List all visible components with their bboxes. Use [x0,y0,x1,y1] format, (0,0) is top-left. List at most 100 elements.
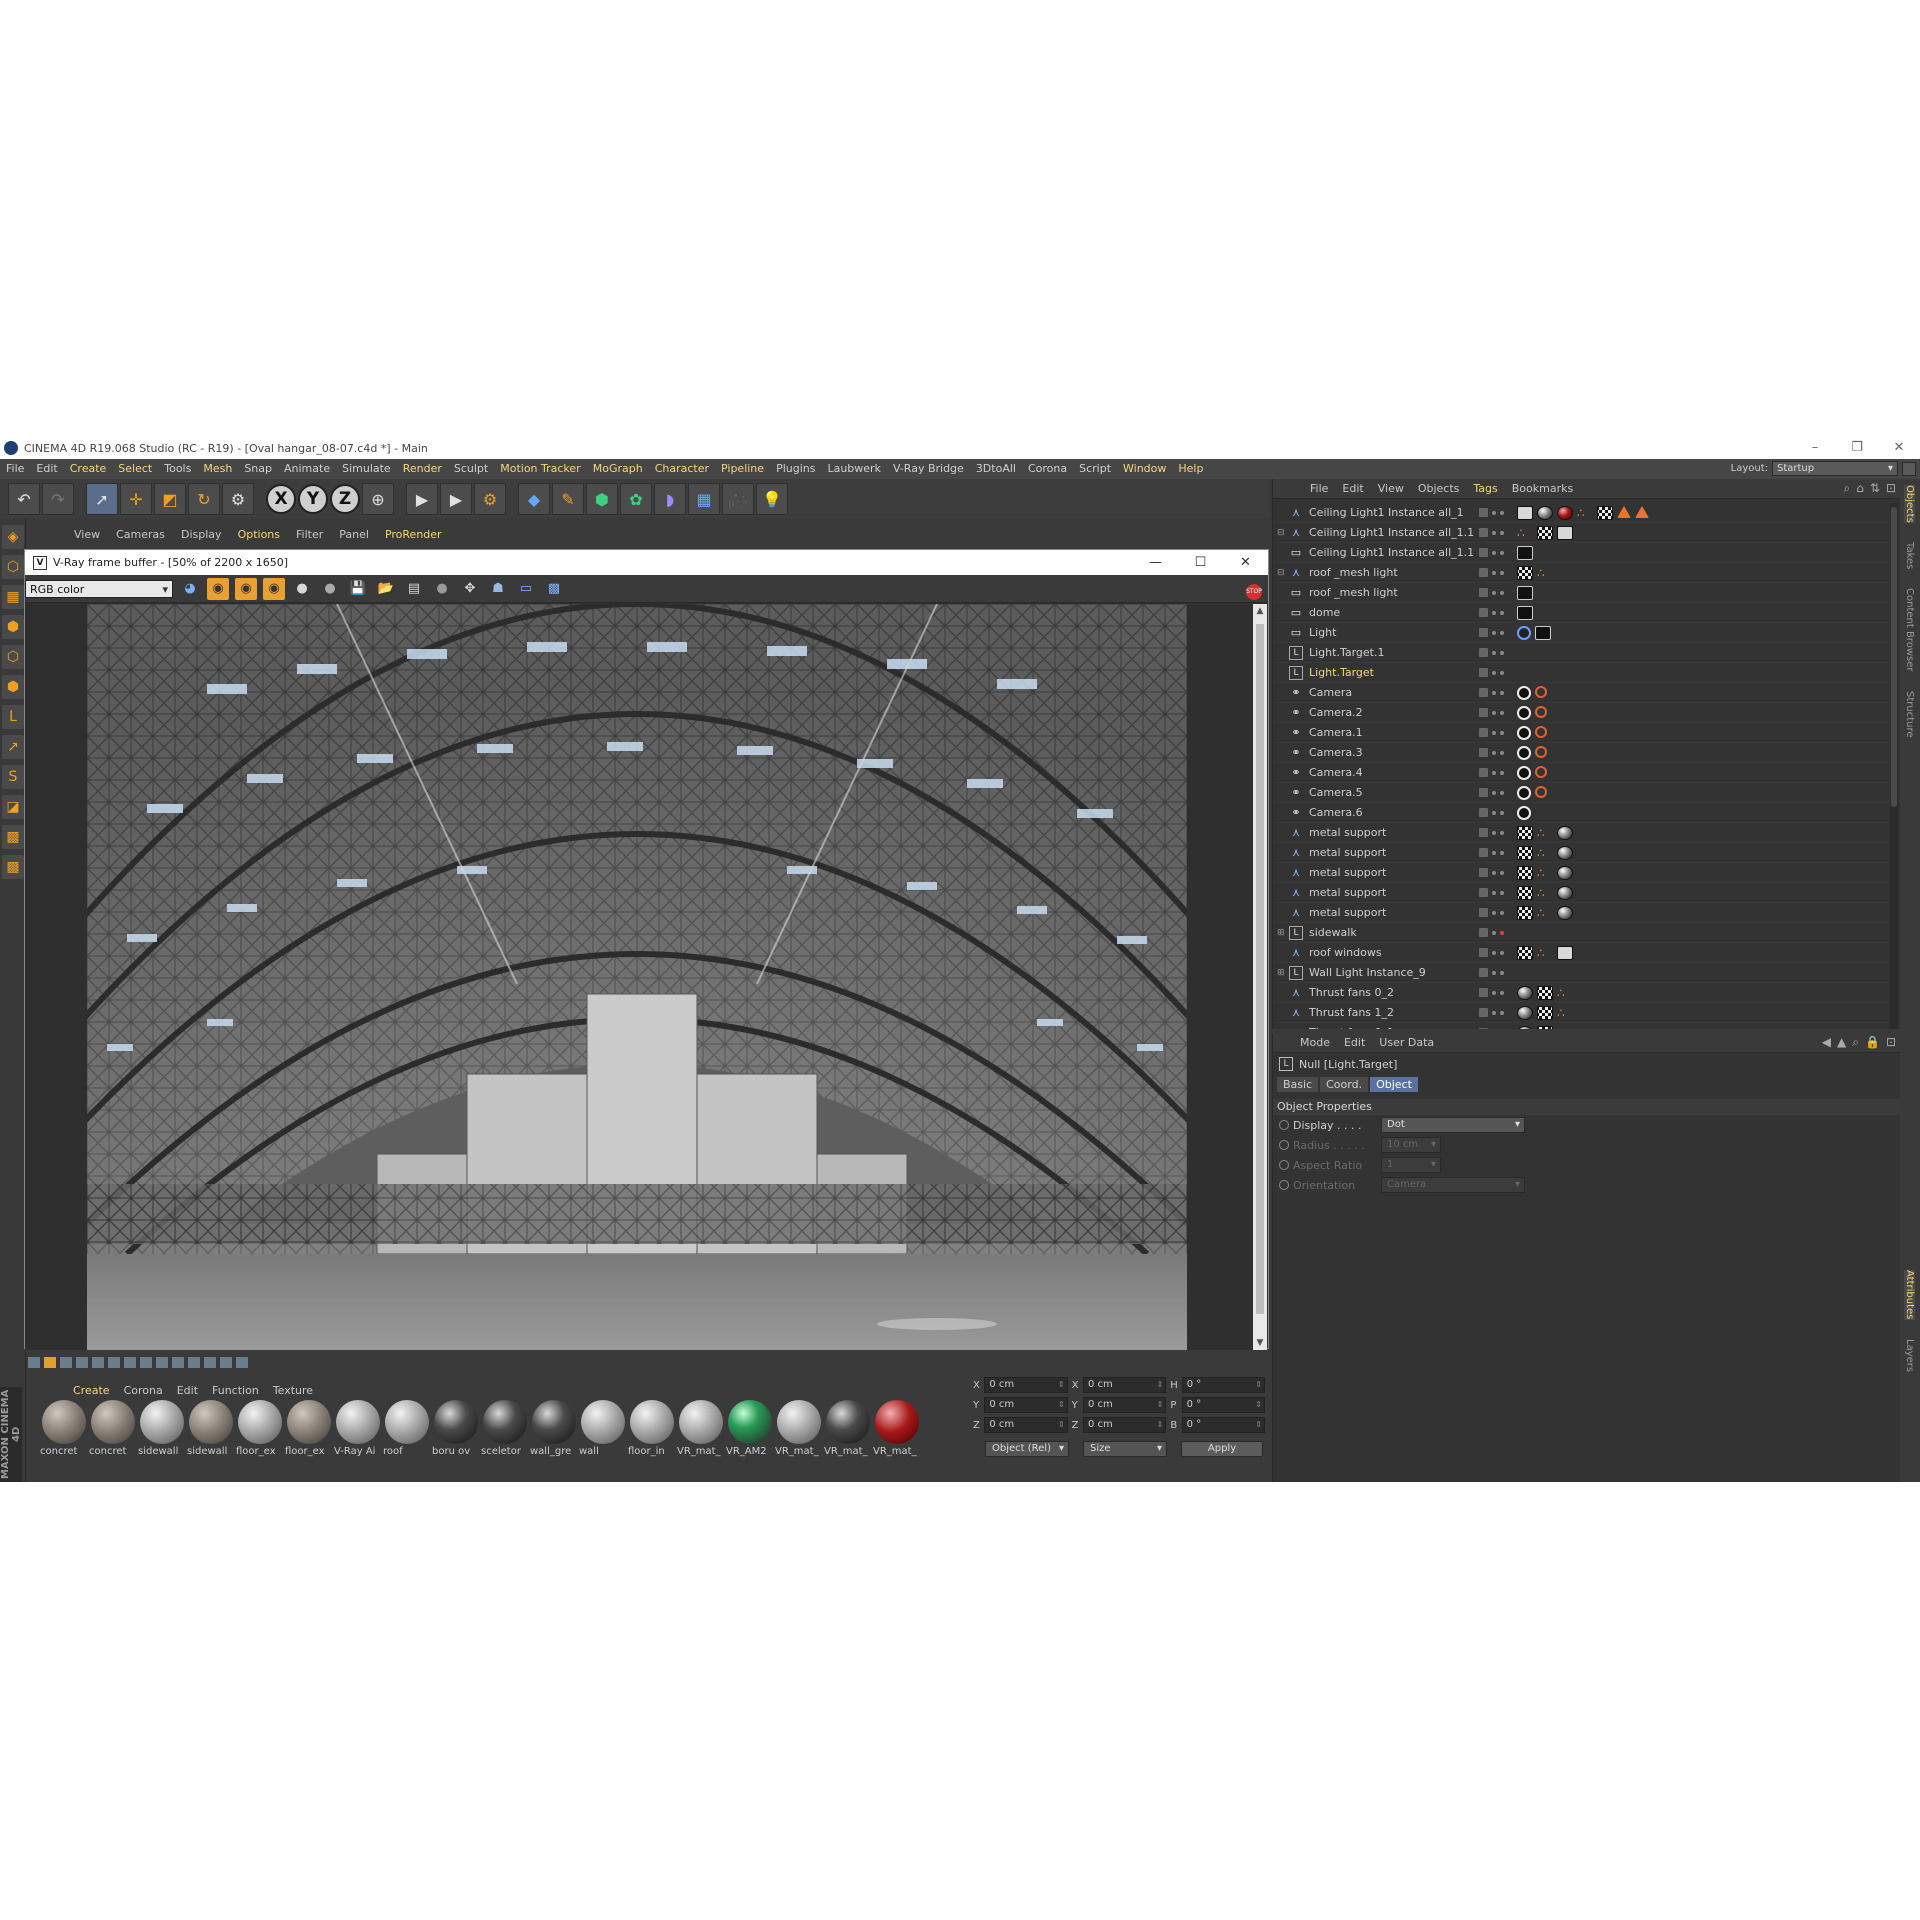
visibility-toggles[interactable] [1479,828,1507,837]
render-visibility-dot[interactable] [1500,751,1504,755]
editor-visibility-dot[interactable] [1492,511,1496,515]
dots-tag-icon[interactable]: ∴ [1537,846,1553,860]
editor-visibility-dot[interactable] [1492,771,1496,775]
check-tag-icon[interactable] [1537,986,1553,1000]
material-item[interactable]: roof [383,1400,430,1472]
polygons-mode-icon[interactable]: ⬢ [2,675,24,699]
undo-button[interactable]: ↶ [8,483,40,515]
target-tag-icon[interactable] [1517,626,1531,640]
forb-tag-icon[interactable] [1535,746,1547,758]
rotate-tool-icon[interactable]: ↻ [188,483,220,515]
search-icon[interactable]: ⌕ [1852,1035,1859,1050]
menu-sculpt[interactable]: Sculpt [448,459,494,479]
snap-icon[interactable]: S [2,765,24,789]
menu-motion-tracker[interactable]: Motion Tracker [494,459,586,479]
dots-tag-icon[interactable]: ∴ [1537,866,1553,880]
orientation-radio[interactable] [1279,1180,1289,1190]
material-item[interactable]: sidewall [187,1400,234,1472]
orientation-dropdown[interactable]: Camera [1381,1177,1525,1193]
cloner-icon[interactable]: ✿ [620,483,652,515]
render-visibility-dot[interactable] [1500,1011,1504,1015]
black-tag-icon[interactable] [1517,606,1533,620]
menu-mograph[interactable]: MoGraph [587,459,649,479]
object-row[interactable]: ⋏ metal support ∴ [1273,843,1891,863]
sphere-tag-icon[interactable] [1517,1006,1533,1020]
editor-visibility-dot[interactable] [1492,931,1496,935]
check-tag-icon[interactable] [1517,846,1533,860]
editor-visibility-dot[interactable] [1492,731,1496,735]
object-row[interactable]: ⚭ Camera.2 [1273,703,1891,723]
maximize-button[interactable]: ❐ [1836,437,1878,459]
menu-simulate[interactable]: Simulate [336,459,397,479]
menu-mesh[interactable]: Mesh [197,459,238,479]
object-row[interactable]: ⚭ Camera.6 [1273,803,1891,823]
scroll-down-icon[interactable]: ▼ [1253,1338,1267,1348]
hierarchy-icon[interactable]: ⇅ [1870,481,1880,496]
render-visibility-dot[interactable] [1500,791,1504,795]
cam-tag-icon[interactable] [1517,746,1531,760]
material-item[interactable]: VR_mat_ [677,1400,724,1472]
timeline-tool-icon[interactable] [172,1356,184,1368]
visibility-toggles[interactable] [1479,848,1507,857]
object-row[interactable]: ⊟ ⋏ Ceiling Light1 Instance all_1.1 ∴ [1273,523,1891,543]
menu-help[interactable]: Help [1172,459,1209,479]
material-item[interactable]: boru ov [432,1400,479,1472]
layout-toggle-icon[interactable] [1902,461,1916,476]
hdr-icon[interactable]: ▭ [515,578,537,600]
viewport-menu-display[interactable]: Display [173,528,230,541]
visibility-toggles[interactable] [1479,568,1507,577]
object-row[interactable]: ⚭ Camera.3 [1273,743,1891,763]
render-visibility-dot[interactable] [1500,651,1504,655]
y-axis-lock-button[interactable]: Y [298,484,328,514]
menu-edit[interactable]: Edit [30,459,63,479]
rotation-field[interactable]: 0 ° [1181,1397,1265,1413]
viewport-menu-view[interactable]: View [66,528,108,541]
menu-tools[interactable]: Tools [158,459,197,479]
render-visibility-dot[interactable] [1500,531,1504,535]
expand-toggle-icon[interactable]: ⊞ [1277,928,1289,938]
object-menu-file[interactable]: File [1303,482,1335,495]
material-item[interactable]: floor_ex [285,1400,332,1472]
redo-button[interactable]: ↷ [42,483,74,515]
editor-visibility-dot[interactable] [1492,1011,1496,1015]
object-row[interactable]: ⚭ Camera.4 [1273,763,1891,783]
sphere-tag-icon[interactable] [1517,1026,1533,1029]
forb-tag-icon[interactable] [1535,786,1547,798]
scroll-up-icon[interactable]: ▲ [1253,606,1267,616]
material-item[interactable]: wall [579,1400,626,1472]
render-visibility-dot[interactable] [1500,731,1504,735]
timeline-tool-icon[interactable] [236,1356,248,1368]
link-icon[interactable]: ◉ [263,577,285,600]
object-row[interactable]: ⋏ roof windows ∴ [1273,943,1891,963]
dots-tag-icon[interactable]: ∴ [1537,886,1553,900]
cam-tag-icon[interactable] [1517,786,1531,800]
display-dropdown[interactable]: Dot [1381,1117,1525,1133]
vfb-vertical-scrollbar[interactable]: ▲ ▼ [1253,604,1267,1350]
timeline-tool-icon[interactable] [188,1356,200,1368]
dots-tag-icon[interactable]: ∴ [1537,826,1553,840]
save-image-icon[interactable]: 💾 [347,578,369,600]
workplane-icon[interactable]: ◪ [2,795,24,819]
track-mouse-icon[interactable]: ◉ [207,577,229,600]
menu-laubwerk[interactable]: Laubwerk [821,459,886,479]
sphere-tag-icon[interactable] [1557,846,1573,860]
sphere-tag-icon[interactable] [1557,886,1573,900]
editor-visibility-dot[interactable] [1492,991,1496,995]
points-mode-icon[interactable]: ⬢ [2,615,24,639]
editor-visibility-dot[interactable] [1492,971,1496,975]
color-corrections-icon[interactable]: ◕ [179,578,201,600]
material-item[interactable]: VR_AM2 [726,1400,773,1472]
plain-tag-icon[interactable] [1557,526,1573,540]
sphere-tag-icon[interactable] [1517,986,1533,1000]
menu-3dtoall[interactable]: 3DtoAll [970,459,1022,479]
material-menu-texture[interactable]: Texture [266,1384,320,1397]
plain-tag-icon[interactable] [1517,506,1533,520]
radius-radio[interactable] [1279,1140,1289,1150]
display-gray-icon[interactable]: ● [319,578,341,600]
side-tab-content-browser[interactable]: Content Browser [1904,588,1915,671]
render-visibility-dot[interactable] [1500,711,1504,715]
clear-image-icon[interactable]: ▤ [403,578,425,600]
render-visibility-dot[interactable] [1500,511,1504,515]
visibility-toggles[interactable] [1479,668,1507,677]
object-list-scrollbar[interactable] [1890,503,1898,1029]
